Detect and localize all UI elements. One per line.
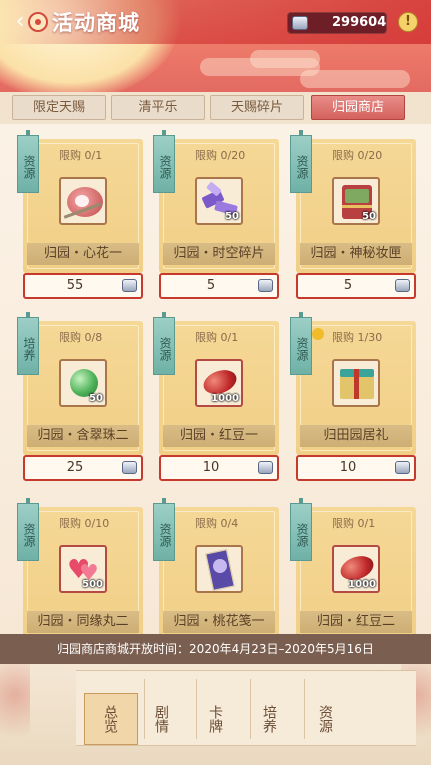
nav-training[interactable]: 培养	[242, 693, 296, 745]
price-button[interactable]: 55	[23, 273, 143, 299]
item-count: 1000	[211, 393, 239, 404]
item-name: 归园・桃花笺一	[163, 611, 275, 633]
currency-value: 299604	[332, 15, 387, 30]
tab-guiyuan-shop[interactable]: 归园商店	[311, 95, 405, 120]
jade-coin-icon	[292, 16, 308, 30]
category-strip: 总览 剧情 卡牌 培养 资源	[76, 670, 416, 746]
shop-item-card[interactable]: 资源 限购 0/1 1000 归园・红豆二	[290, 498, 416, 634]
item-name: 归园・神秘妆匣	[300, 243, 412, 265]
category-ribbon: 培养	[17, 312, 39, 375]
nav-cards[interactable]: 卡牌	[188, 693, 242, 745]
purple-letter-icon	[195, 545, 243, 593]
item-name: 归园・时空碎片	[163, 243, 275, 265]
shop-item-card[interactable]: 资源 限购 0/4 归园・桃花笺一	[153, 498, 279, 634]
category-ribbon: 资源	[153, 312, 175, 375]
tab-limited[interactable]: 限定天赐	[12, 95, 106, 120]
shop-tabs: 限定天赐 清平乐 天赐碎片 归园商店	[0, 92, 431, 124]
price-value: 10	[202, 460, 220, 475]
jade-coin-icon	[395, 461, 410, 474]
currency-display: 299604	[287, 12, 387, 34]
gift-box-icon	[332, 359, 380, 407]
price-button[interactable]: 5	[159, 273, 279, 299]
flower-icon	[28, 12, 48, 32]
shop-item-card[interactable]: 资源 限购 0/20 50 归园・神秘妆匣 5	[290, 130, 416, 311]
jade-coin-icon	[258, 279, 273, 292]
cloud-decoration	[250, 50, 320, 68]
category-ribbon: 资源	[153, 130, 175, 193]
category-ribbon: 资源	[290, 130, 312, 193]
price-value: 5	[206, 278, 216, 293]
jade-coin-icon	[122, 461, 137, 474]
shop-open-time-notice: 归园商店商城开放时间：2020年4月23日–2020年5月16日	[0, 634, 431, 664]
item-count: 500	[82, 579, 103, 590]
purchase-limit: 限购 1/30	[332, 331, 383, 344]
category-ribbon: 资源	[290, 312, 312, 375]
purchase-limit: 限购 0/8	[59, 331, 103, 344]
purchase-limit: 限购 0/20	[332, 149, 383, 162]
item-count: 50	[362, 211, 376, 222]
item-name: 归田园居礼	[300, 425, 412, 447]
flower-hairpin-icon	[59, 177, 107, 225]
shop-item-card[interactable]: 资源 限购 0/1 归园・心花一 55	[17, 130, 143, 311]
header-bar: ‹ 活动商城 299604 !	[0, 0, 431, 92]
nav-resources[interactable]: 资源	[298, 693, 352, 745]
item-name: 归园・红豆二	[300, 611, 412, 633]
price-button[interactable]: 10	[296, 455, 416, 481]
red-bean-icon: 1000	[332, 545, 380, 593]
jade-coin-icon	[122, 279, 137, 292]
category-ribbon: 资源	[290, 498, 312, 561]
shop-item-card[interactable]: 资源 限购 1/30 归田园居礼 10	[290, 312, 416, 493]
price-value: 5	[343, 278, 353, 293]
shop-item-card[interactable]: 培养 限购 0/8 50 归园・含翠珠二 25	[17, 312, 143, 493]
item-count: 50	[225, 211, 239, 222]
price-button[interactable]: 5	[296, 273, 416, 299]
price-button[interactable]: 25	[23, 455, 143, 481]
price-value: 55	[66, 278, 84, 293]
green-pearl-icon: 50	[59, 359, 107, 407]
page-title: 活动商城	[52, 10, 140, 35]
purchase-limit: 限购 0/1	[59, 149, 103, 162]
purchase-limit: 限购 0/4	[195, 517, 239, 530]
category-ribbon: 资源	[153, 498, 175, 561]
item-name: 归园・心花一	[27, 243, 139, 265]
item-count: 1000	[348, 579, 376, 590]
bottom-nav: 总览 剧情 卡牌 培养 资源	[0, 664, 431, 765]
shop-item-card[interactable]: 资源 限购 0/20 50 归园・时空碎片 5	[153, 130, 279, 311]
item-name: 归园・含翠珠二	[27, 425, 139, 447]
price-value: 25	[66, 460, 84, 475]
price-value: 10	[339, 460, 357, 475]
item-grid: 资源 限购 0/1 归园・心花一 55 资源 限购 0/20 50 归园・时空碎…	[0, 124, 431, 634]
lantern-decoration	[0, 664, 30, 765]
shop-item-card[interactable]: 资源 限购 0/10 ♥ ♥ 500 归园・同缘丸二	[17, 498, 143, 634]
price-button[interactable]: 10	[159, 455, 279, 481]
info-icon[interactable]: !	[398, 12, 418, 32]
nav-overview[interactable]: 总览	[84, 693, 138, 745]
item-name: 归园・同缘丸二	[27, 611, 139, 633]
category-ribbon: 资源	[17, 130, 39, 193]
new-dot-icon	[312, 328, 324, 340]
cloud-decoration	[300, 70, 410, 88]
item-count: 50	[89, 393, 103, 404]
purchase-limit: 限购 0/1	[332, 517, 376, 530]
tab-fragments[interactable]: 天赐碎片	[210, 95, 304, 120]
item-name: 归园・红豆一	[163, 425, 275, 447]
red-bean-icon: 1000	[195, 359, 243, 407]
purchase-limit: 限购 0/1	[195, 331, 239, 344]
jade-coin-icon	[395, 279, 410, 292]
category-ribbon: 资源	[17, 498, 39, 561]
jade-coin-icon	[258, 461, 273, 474]
purple-crystals-icon: 50	[195, 177, 243, 225]
gift-chest-icon: 50	[332, 177, 380, 225]
purchase-limit: 限购 0/10	[59, 517, 110, 530]
hearts-icon: ♥ ♥ 500	[59, 545, 107, 593]
tab-qingpingle[interactable]: 清平乐	[111, 95, 205, 120]
shop-item-card[interactable]: 资源 限购 0/1 1000 归园・红豆一 10	[153, 312, 279, 493]
purchase-limit: 限购 0/20	[195, 149, 246, 162]
nav-story[interactable]: 剧情	[134, 693, 188, 745]
